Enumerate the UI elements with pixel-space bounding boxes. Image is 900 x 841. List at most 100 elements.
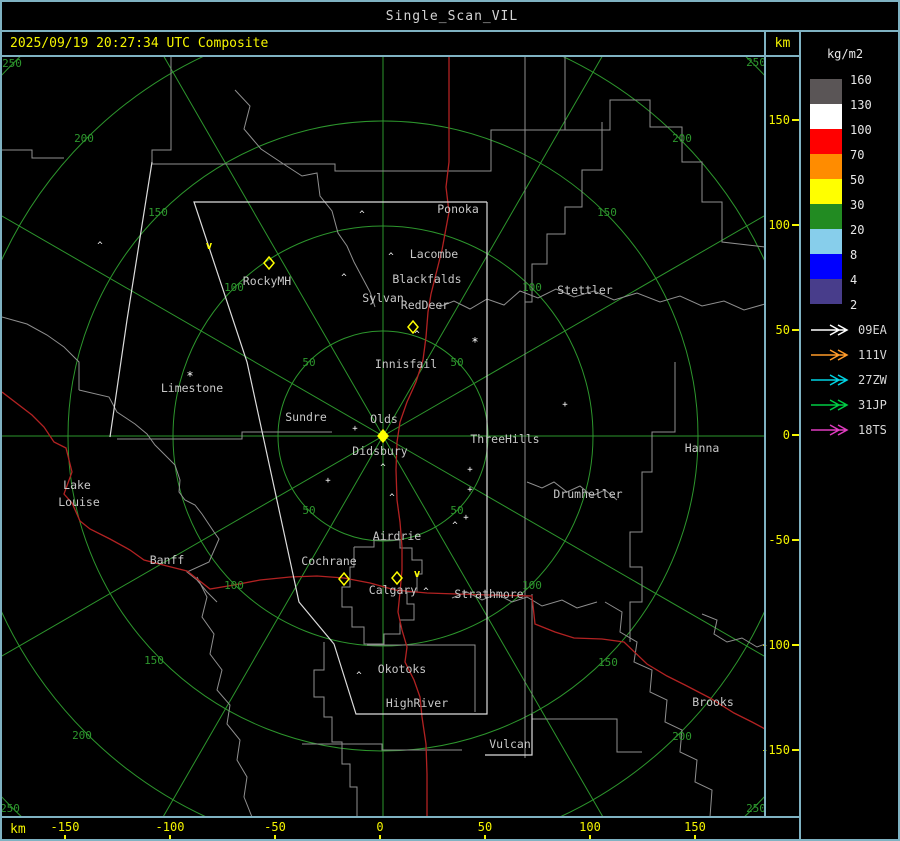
window-title: Single_Scan_VIL xyxy=(385,8,519,24)
town-marker: ^ xyxy=(359,210,365,220)
scale-value-label: 2 xyxy=(850,298,858,312)
title-bar: Single_Scan_VIL xyxy=(2,2,898,30)
right-axis-tick-label: 50 xyxy=(775,323,790,337)
radar-arrow-icon xyxy=(811,374,849,386)
radar-id-label: 27ZW xyxy=(858,373,887,387)
radar-legend-row: 111V xyxy=(810,347,898,363)
scale-color-swatch xyxy=(810,104,842,129)
ring-distance-label: 100 xyxy=(224,281,244,294)
city-label: Lake xyxy=(63,478,91,492)
county-boundary xyxy=(302,743,462,751)
bottom-axis-tick xyxy=(589,835,591,839)
ring-distance-label: 50 xyxy=(450,504,463,517)
radar-app: Single_Scan_VIL 2025/09/19 20:27:34 UTC … xyxy=(0,0,900,841)
ring-distance-label: 200 xyxy=(74,132,94,145)
ring-distance-label: 150 xyxy=(144,654,164,667)
bottom-axis-tick xyxy=(484,835,486,839)
town-marker: + xyxy=(467,465,473,475)
county-boundary xyxy=(604,601,713,817)
right-axis-tick xyxy=(792,749,799,751)
bottom-axis-tick-label: 150 xyxy=(684,820,706,834)
ring-distance-label: 250 xyxy=(746,56,765,69)
ring-distance-label: 200 xyxy=(672,730,692,743)
county-boundary xyxy=(525,122,603,303)
city-label: Didsbury xyxy=(352,444,407,458)
scale-value-label: 4 xyxy=(850,273,858,287)
city-label: Sylvan xyxy=(362,291,404,305)
city-label: Innisfail xyxy=(375,357,437,371)
city-label: Brooks xyxy=(692,695,734,709)
scale-color-swatch xyxy=(810,129,842,154)
radar-id-label: 31JP xyxy=(858,398,887,412)
county-boundary xyxy=(313,642,358,817)
city-label: Airdrie xyxy=(373,529,422,543)
town-marker: + xyxy=(352,424,358,434)
city-label: Sundre xyxy=(285,410,327,424)
azimuth-line xyxy=(382,435,765,658)
ring-distance-label: 100 xyxy=(522,281,542,294)
city-label: Stettler xyxy=(557,283,612,297)
county-boundary xyxy=(2,149,64,159)
town-marker: ^ xyxy=(341,273,347,283)
scale-value-label: 160 xyxy=(850,73,872,87)
city-label: HighRiver xyxy=(386,696,448,710)
county-boundary xyxy=(78,389,220,603)
map-canvas[interactable]: 50 50 50 50 100 100 100 100 150 150 150 150 200 200 20… xyxy=(2,56,765,817)
bottom-axis-tick-label: -100 xyxy=(155,820,185,834)
right-axis-tick xyxy=(792,329,799,331)
divider-header-bottom xyxy=(2,55,800,57)
divider-legend-left xyxy=(799,30,801,839)
city-label: Hanna xyxy=(685,441,720,455)
radar-legend-row: 09EA xyxy=(810,322,898,338)
scale-color-swatch xyxy=(810,229,842,254)
scale-value-label: 70 xyxy=(850,148,865,162)
radar-id-label: 18TS xyxy=(858,423,887,437)
scale-value-label: 8 xyxy=(850,248,858,262)
ring-distance-label: 250 xyxy=(746,802,765,815)
radar-site-marker xyxy=(263,255,275,271)
timestamp-label: 2025/09/19 20:27:34 UTC Composite xyxy=(10,36,269,51)
azimuth-line xyxy=(382,56,603,437)
azimuth-line xyxy=(163,56,384,437)
right-axis: 150 100 50 0 -50 -100 -150 xyxy=(761,56,800,817)
bottom-axis-tick xyxy=(379,835,381,839)
county-boundary xyxy=(196,576,253,817)
city-label: Blackfalds xyxy=(392,272,461,286)
ring-distance-label: 50 xyxy=(302,356,315,369)
scale-value-label: 30 xyxy=(850,198,865,212)
county-boundary xyxy=(531,594,642,753)
radar-legend-row: 27ZW xyxy=(810,372,898,388)
radar-legend-row: 18TS xyxy=(810,422,898,438)
legend-unit-label: kg/m2 xyxy=(826,47,864,61)
radar-legend-row: 31JP xyxy=(810,397,898,413)
town-marker: ^ xyxy=(356,671,362,681)
scale-value-label: 50 xyxy=(850,173,865,187)
ring-distance-label: 100 xyxy=(522,579,542,592)
city-label: Banff xyxy=(150,553,185,567)
ring-distance-label: 50 xyxy=(302,504,315,517)
ring-distance-label: 200 xyxy=(72,729,92,742)
radar-arrow-icon xyxy=(811,399,849,411)
city-label: Calgary xyxy=(369,583,418,597)
scale-value-label: 20 xyxy=(850,223,865,237)
bottom-axis-tick xyxy=(694,835,696,839)
town-marker: ^ xyxy=(388,252,394,262)
county-boundary xyxy=(2,316,80,390)
bottom-axis: km -150 -100 -50 0 50 100 150 xyxy=(2,819,800,839)
right-axis-tick xyxy=(792,224,799,226)
town-marker: + xyxy=(467,485,473,495)
bottom-axis-tick-label: -150 xyxy=(50,820,80,834)
ring-distance-label: 100 xyxy=(224,579,244,592)
town-marker: ^ xyxy=(423,587,429,597)
city-label: Lacombe xyxy=(410,247,459,261)
right-axis-tick xyxy=(792,434,799,436)
city-label: Drumheller xyxy=(553,487,622,501)
radar-id-label: 111V xyxy=(858,348,887,362)
ring-distance-label: 250 xyxy=(2,57,22,70)
azimuth-line xyxy=(162,435,384,817)
bottom-axis-tick-label: 50 xyxy=(477,820,493,834)
city-label: Okotoks xyxy=(378,662,426,676)
city-label: Ponoka xyxy=(437,202,479,216)
bottom-axis-unit-label: km xyxy=(10,822,26,837)
city-label: Vulcan xyxy=(489,737,531,751)
